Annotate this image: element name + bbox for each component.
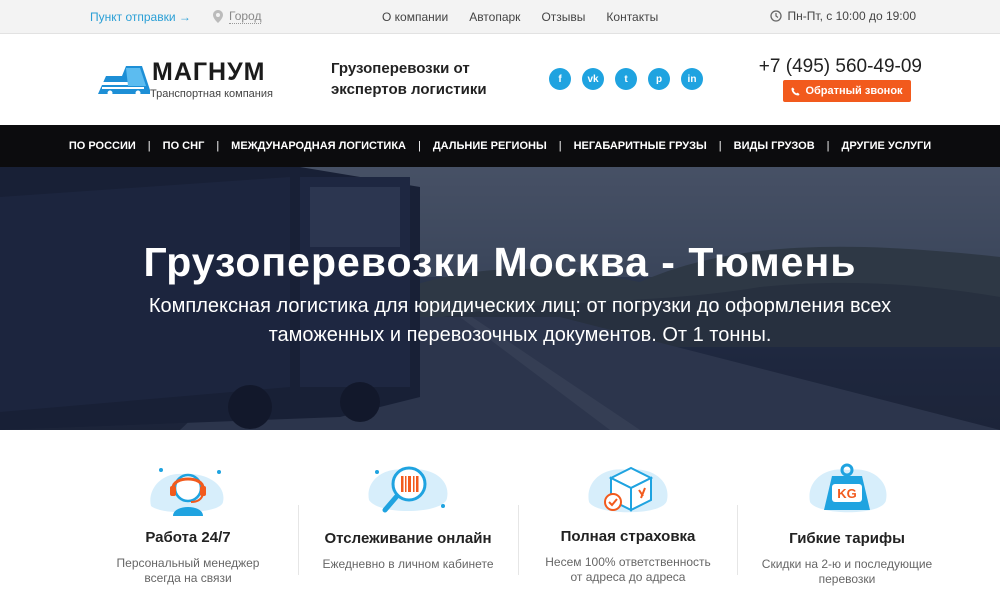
truck-logo-icon — [98, 66, 150, 96]
feature-title: Полная страховка — [560, 528, 696, 545]
main-nav-remote-regions[interactable]: Дальние регионы — [421, 140, 559, 152]
hero-subtitle: Комплексная логистика для юридических ли… — [148, 295, 892, 346]
feature-description: Персональный менеджер всегда на связи — [116, 556, 260, 585]
top-nav-reviews[interactable]: Отзывы — [541, 10, 585, 24]
facebook-icon[interactable]: f — [549, 68, 571, 90]
top-nav-about[interactable]: О компании — [382, 10, 448, 24]
city-selector[interactable]: Город — [213, 9, 262, 24]
header-tagline: Грузоперевозки от экспертов логистики — [331, 60, 487, 98]
top-nav: О компании Автопарк Отзывы Контакты — [382, 10, 658, 24]
top-nav-fleet[interactable]: Автопарк — [469, 10, 520, 24]
barcode-magnifier-icon — [368, 466, 448, 513]
location-pin-icon — [213, 10, 223, 23]
insured-box-icon — [588, 466, 668, 513]
main-nav-oversized[interactable]: Негабаритные грузы — [562, 140, 719, 152]
hero-banner: Грузоперевозки Москва - Тюмень Комплексн… — [0, 167, 1000, 430]
feature-description: Ежедневно в личном кабинете — [322, 557, 494, 571]
pinterest-icon[interactable]: p — [648, 68, 670, 90]
feature-card: Полная страховка Несем 100% ответственно… — [518, 430, 738, 600]
twitter-icon[interactable]: t — [615, 68, 637, 90]
logo-subtitle: Транспортная компания — [150, 88, 273, 100]
headset-operator-icon — [150, 468, 224, 516]
linkedin-icon[interactable]: in — [681, 68, 703, 90]
callback-label: Обратный звонок — [805, 85, 903, 97]
dispatch-point-link[interactable]: Пункт отправки → — [90, 10, 191, 24]
feature-description: Несем 100% ответственность от адреса до … — [545, 555, 711, 584]
main-nav: По России | По СНГ | Международная логис… — [0, 125, 1000, 167]
main-nav-cargo-types[interactable]: Виды грузов — [722, 140, 827, 152]
feature-card: KG Гибкие тарифы Скидки на 2-ю и последу… — [737, 430, 957, 600]
main-nav-international[interactable]: Международная логистика — [219, 140, 418, 152]
callback-button[interactable]: Обратный звонок — [783, 80, 911, 102]
feature-card: Работа 24/7 Персональный менеджер всегда… — [78, 430, 298, 600]
top-nav-contacts[interactable]: Контакты — [606, 10, 658, 24]
clock-icon — [769, 10, 782, 22]
kg-weight-icon: KG — [809, 463, 887, 513]
feature-card: Отслеживание онлайн Ежедневно в личном к… — [298, 430, 518, 600]
working-hours-text: Пн-Пт, с 10:00 до 19:00 — [787, 9, 916, 23]
main-nav-russia[interactable]: По России — [57, 140, 148, 152]
feature-title: Работа 24/7 — [145, 529, 231, 546]
top-bar: Пункт отправки → Город О компании Автопа… — [0, 0, 1000, 34]
logo-title: МАГНУМ — [152, 58, 266, 86]
phone-handset-icon — [791, 86, 800, 96]
main-nav-other-services[interactable]: Другие услуги — [830, 140, 944, 152]
city-label: Город — [229, 9, 262, 24]
feature-description: Скидки на 2-ю и последующие перевозки — [761, 557, 933, 586]
features-section: Работа 24/7 Персональный менеджер всегда… — [0, 430, 1000, 600]
hero-title: Грузоперевозки Москва - Тюмень — [143, 239, 857, 285]
company-logo[interactable]: МАГНУМ Транспортная компания — [96, 58, 281, 106]
feature-title: Отслеживание онлайн — [324, 530, 492, 547]
social-links: f vk t p in — [549, 68, 703, 90]
working-hours: Пн-Пт, с 10:00 до 19:00 — [769, 9, 916, 23]
vk-icon[interactable]: vk — [582, 68, 604, 90]
phone-number[interactable]: +7 (495) 560-49-09 — [759, 56, 922, 78]
svg-text:KG: KG — [837, 486, 857, 501]
feature-title: Гибкие тарифы — [789, 530, 905, 547]
main-nav-cis[interactable]: По СНГ — [151, 140, 217, 152]
